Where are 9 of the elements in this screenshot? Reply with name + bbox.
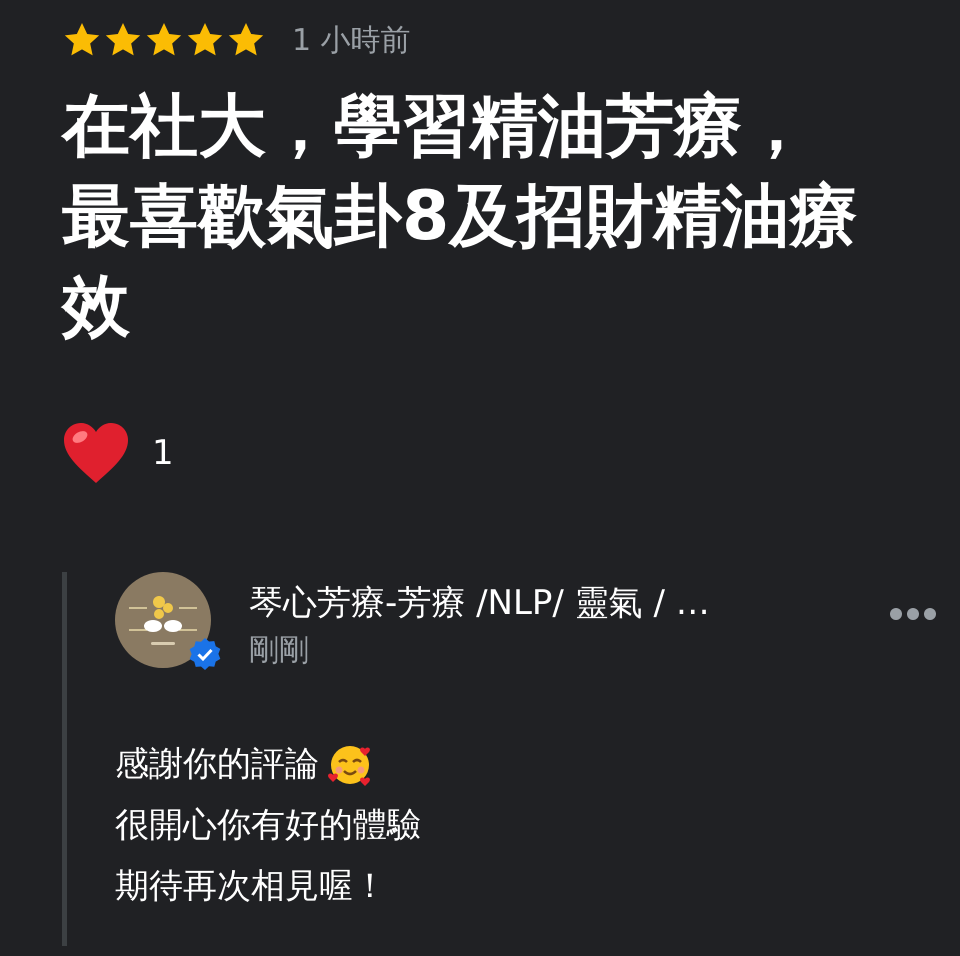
heart-icon [62, 421, 130, 485]
reply-time: 剛剛 [249, 632, 310, 670]
review-text: 在社大，學習精油芳療，最喜歡氣卦8及招財精油療效 [62, 86, 858, 348]
reply-text: 感謝你的評論 [115, 742, 319, 786]
review-time: 1 小時前 [292, 22, 411, 60]
reply-text: 期待再次相見喔！ [115, 864, 387, 908]
reply-author: 琴心芳療-芳療 /NLP/ 靈氣 / … [249, 582, 711, 625]
reaction-count: 1 [152, 433, 174, 473]
reply-text: 很開心你有好的體驗 [115, 804, 421, 846]
